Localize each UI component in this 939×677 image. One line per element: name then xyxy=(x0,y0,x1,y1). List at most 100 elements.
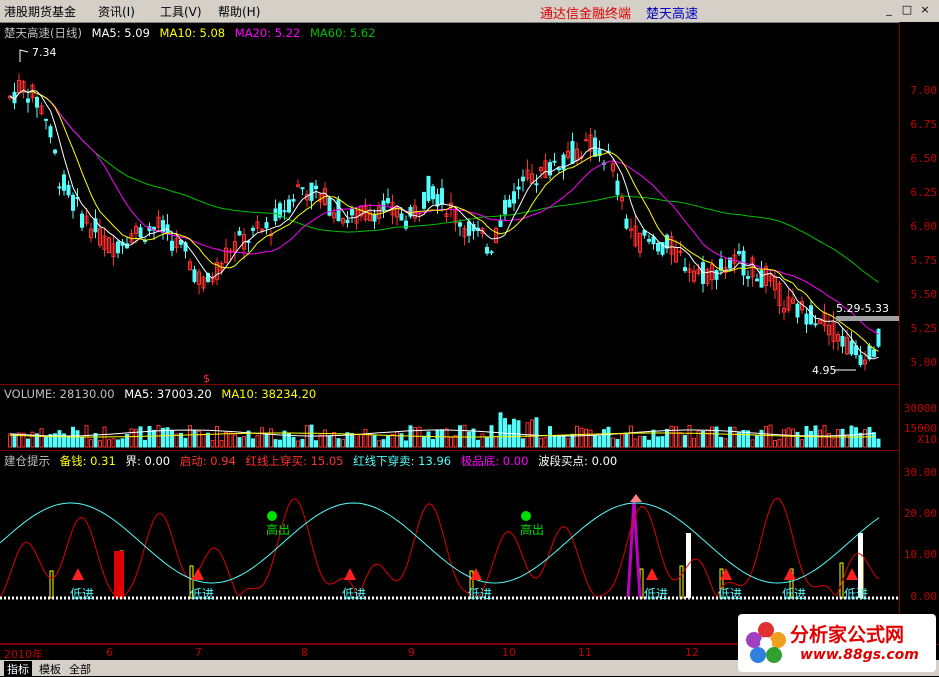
price-tick: 6.50 xyxy=(910,152,938,165)
candle-body xyxy=(467,221,471,236)
volume-bar xyxy=(597,435,602,448)
candle-body xyxy=(755,278,759,282)
indicator-tick: 20.00 xyxy=(903,507,937,520)
sell-dot-icon xyxy=(267,511,277,521)
volume-bar xyxy=(350,433,354,448)
volume-bar xyxy=(282,430,287,448)
volume-bar xyxy=(471,428,476,448)
price-tick: 5.50 xyxy=(910,288,938,301)
buy-triangle-icon xyxy=(470,568,482,580)
candle-body xyxy=(345,219,350,224)
indicator-bars xyxy=(49,500,864,599)
volume-bar xyxy=(296,440,300,448)
volume-bar xyxy=(318,434,323,448)
volume-bar xyxy=(557,436,561,448)
volume-bar xyxy=(183,437,188,448)
indicator-bar xyxy=(49,570,54,599)
volume-bar xyxy=(237,437,242,448)
time-label: 10 xyxy=(502,646,516,659)
watermark-title: 分析家公式网 xyxy=(790,624,905,646)
candle-body xyxy=(26,98,30,103)
volume-bar xyxy=(534,417,539,448)
volume-bar xyxy=(12,433,17,448)
menu-help[interactable]: 帮助(H) xyxy=(218,3,260,20)
candle-body xyxy=(138,227,143,238)
volume-tick: 30000 xyxy=(903,402,937,415)
volume-bar xyxy=(111,438,116,448)
candle-body xyxy=(858,355,863,366)
menu-news[interactable]: 资讯(I) xyxy=(98,3,135,20)
maximize-button[interactable]: □ xyxy=(900,3,914,17)
volume-bar xyxy=(278,439,282,448)
volume-bar xyxy=(705,429,710,448)
volume-bar xyxy=(836,429,840,448)
buy-label: 低进 xyxy=(70,587,94,601)
candle-body xyxy=(813,323,818,326)
candle-body xyxy=(557,168,561,171)
volume-bar xyxy=(354,433,359,448)
volume-bar xyxy=(831,438,836,448)
price-tick: 6.25 xyxy=(910,186,938,199)
volume-bar xyxy=(584,428,588,448)
buy-triangle-icon xyxy=(646,568,658,580)
price-tick: 5.75 xyxy=(910,254,938,267)
close-button[interactable]: × xyxy=(918,3,932,17)
tab-template[interactable]: 模板 xyxy=(36,661,64,677)
buy-triangle-icon xyxy=(344,568,356,580)
candle-body xyxy=(237,230,242,236)
volume-bar xyxy=(89,439,93,448)
candle-body xyxy=(399,213,404,221)
price-tick: 6.00 xyxy=(910,220,938,233)
menu-hk-futures-funds[interactable]: 港股期货基金 xyxy=(4,3,76,20)
candle-body xyxy=(57,186,62,189)
candle-body xyxy=(746,276,750,279)
candle-body xyxy=(683,267,687,272)
candle-body xyxy=(714,270,719,280)
tab-all[interactable]: 全部 xyxy=(66,661,94,677)
volume-bar xyxy=(359,433,363,448)
volume-bar xyxy=(197,430,201,448)
volume-bar xyxy=(98,440,102,448)
tab-indicator[interactable]: 指标 xyxy=(4,661,32,677)
candle-body xyxy=(840,336,845,347)
volume-bar xyxy=(8,433,12,448)
minimize-button[interactable]: _ xyxy=(882,3,896,17)
volume-bar xyxy=(147,426,152,448)
volume-bar xyxy=(215,426,219,448)
candle-body xyxy=(426,175,431,201)
volume-bar xyxy=(422,435,426,448)
volume-bar xyxy=(116,439,120,448)
volume-bar xyxy=(170,430,174,448)
volume-bar xyxy=(575,425,579,448)
volume-bar xyxy=(444,428,449,448)
candle-body xyxy=(386,198,390,204)
volume-bar xyxy=(746,430,750,448)
volume-bar xyxy=(152,429,156,448)
candle-body xyxy=(71,194,75,211)
volume-bar xyxy=(39,428,44,448)
volume-bar xyxy=(300,438,305,448)
candle-body xyxy=(485,246,489,254)
buy-label: 低进 xyxy=(468,587,492,601)
candle-body xyxy=(80,213,84,228)
candle-body xyxy=(440,188,444,205)
buy-label: 低进 xyxy=(342,587,366,601)
volume-bar xyxy=(611,437,615,448)
candle-body xyxy=(548,162,552,176)
volume-bar xyxy=(431,439,435,448)
volume-bar xyxy=(291,437,296,448)
volume-bar xyxy=(84,425,89,448)
volume-bar xyxy=(44,436,48,448)
volume-bar xyxy=(458,425,462,448)
volume-tick: X10 xyxy=(917,433,937,446)
flower-logo-icon xyxy=(746,622,786,663)
buy-triangle-icon xyxy=(846,568,858,580)
indicator-bar xyxy=(679,565,684,599)
volume-bar xyxy=(476,439,480,448)
price-tick: 5.00 xyxy=(910,356,938,369)
indicator-red-bar xyxy=(114,551,124,598)
price-tick: 6.75 xyxy=(910,118,938,131)
time-label: 12 xyxy=(685,646,699,659)
buy-label: 低进 xyxy=(190,587,214,601)
menu-tools[interactable]: 工具(V) xyxy=(160,3,202,20)
